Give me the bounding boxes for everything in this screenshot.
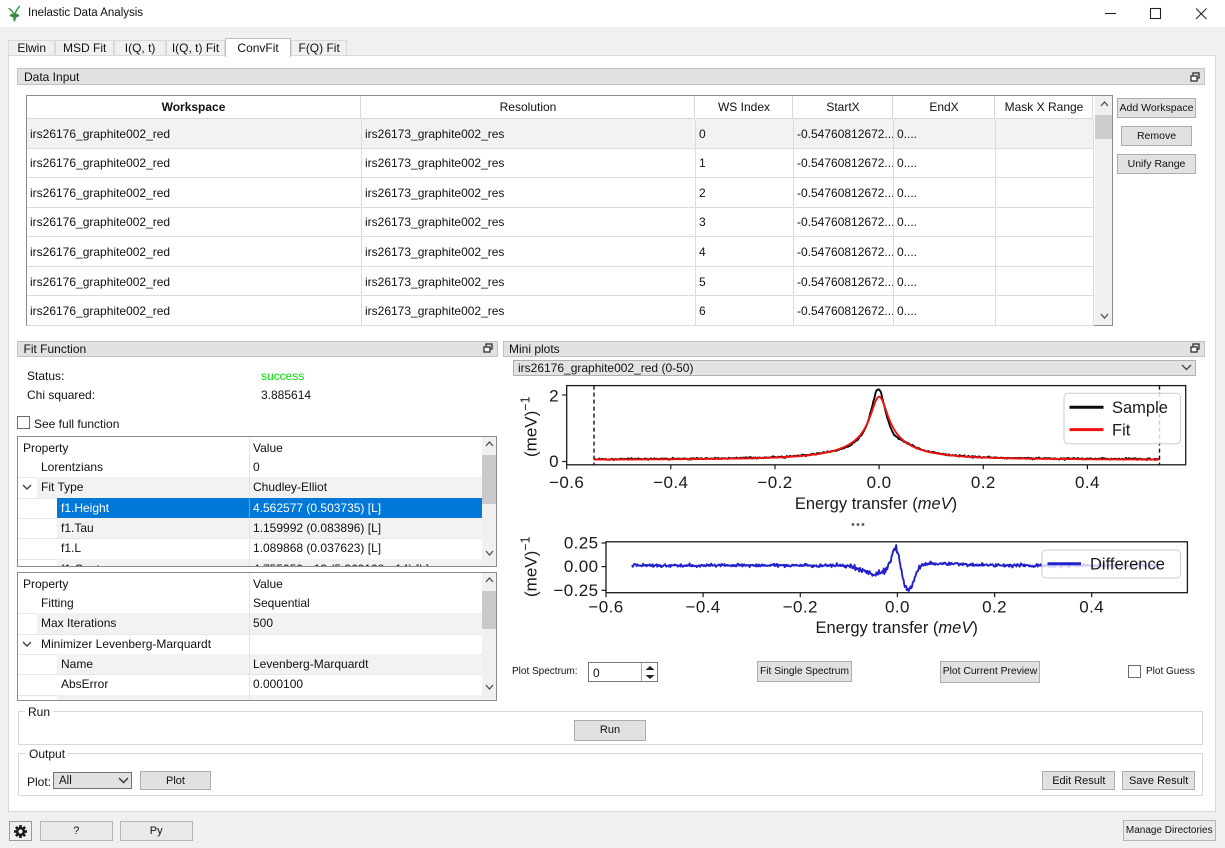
svg-text:0.25: 0.25: [564, 534, 599, 553]
svg-text:2: 2: [549, 387, 559, 406]
svg-text:0.00: 0.00: [564, 557, 599, 576]
svg-text:−0.6: −0.6: [549, 473, 584, 492]
svg-text:0.2: 0.2: [971, 473, 996, 492]
svg-text:0.0: 0.0: [867, 473, 892, 492]
svg-text:0.4: 0.4: [1075, 473, 1100, 492]
svg-text:Difference: Difference: [1090, 556, 1165, 574]
svg-text:0.4: 0.4: [1079, 598, 1104, 617]
svg-text:−0.2: −0.2: [757, 473, 792, 492]
svg-text:Fit: Fit: [1112, 421, 1131, 439]
svg-text:Sample: Sample: [1112, 399, 1168, 417]
svg-text:−0.6: −0.6: [588, 598, 623, 617]
svg-text:Energy transfer (meV): Energy transfer (meV): [816, 619, 978, 637]
svg-text:(meV)−1: (meV)−1: [519, 536, 541, 597]
svg-text:0.2: 0.2: [982, 598, 1007, 617]
svg-text:−0.2: −0.2: [783, 598, 818, 617]
svg-text:−0.4: −0.4: [686, 598, 721, 617]
svg-text:0: 0: [549, 452, 559, 471]
svg-text:Energy transfer (meV): Energy transfer (meV): [795, 495, 957, 513]
svg-text:(meV)−1: (meV)−1: [519, 396, 541, 457]
svg-text:0.0: 0.0: [885, 598, 910, 617]
svg-text:−0.4: −0.4: [653, 473, 688, 492]
